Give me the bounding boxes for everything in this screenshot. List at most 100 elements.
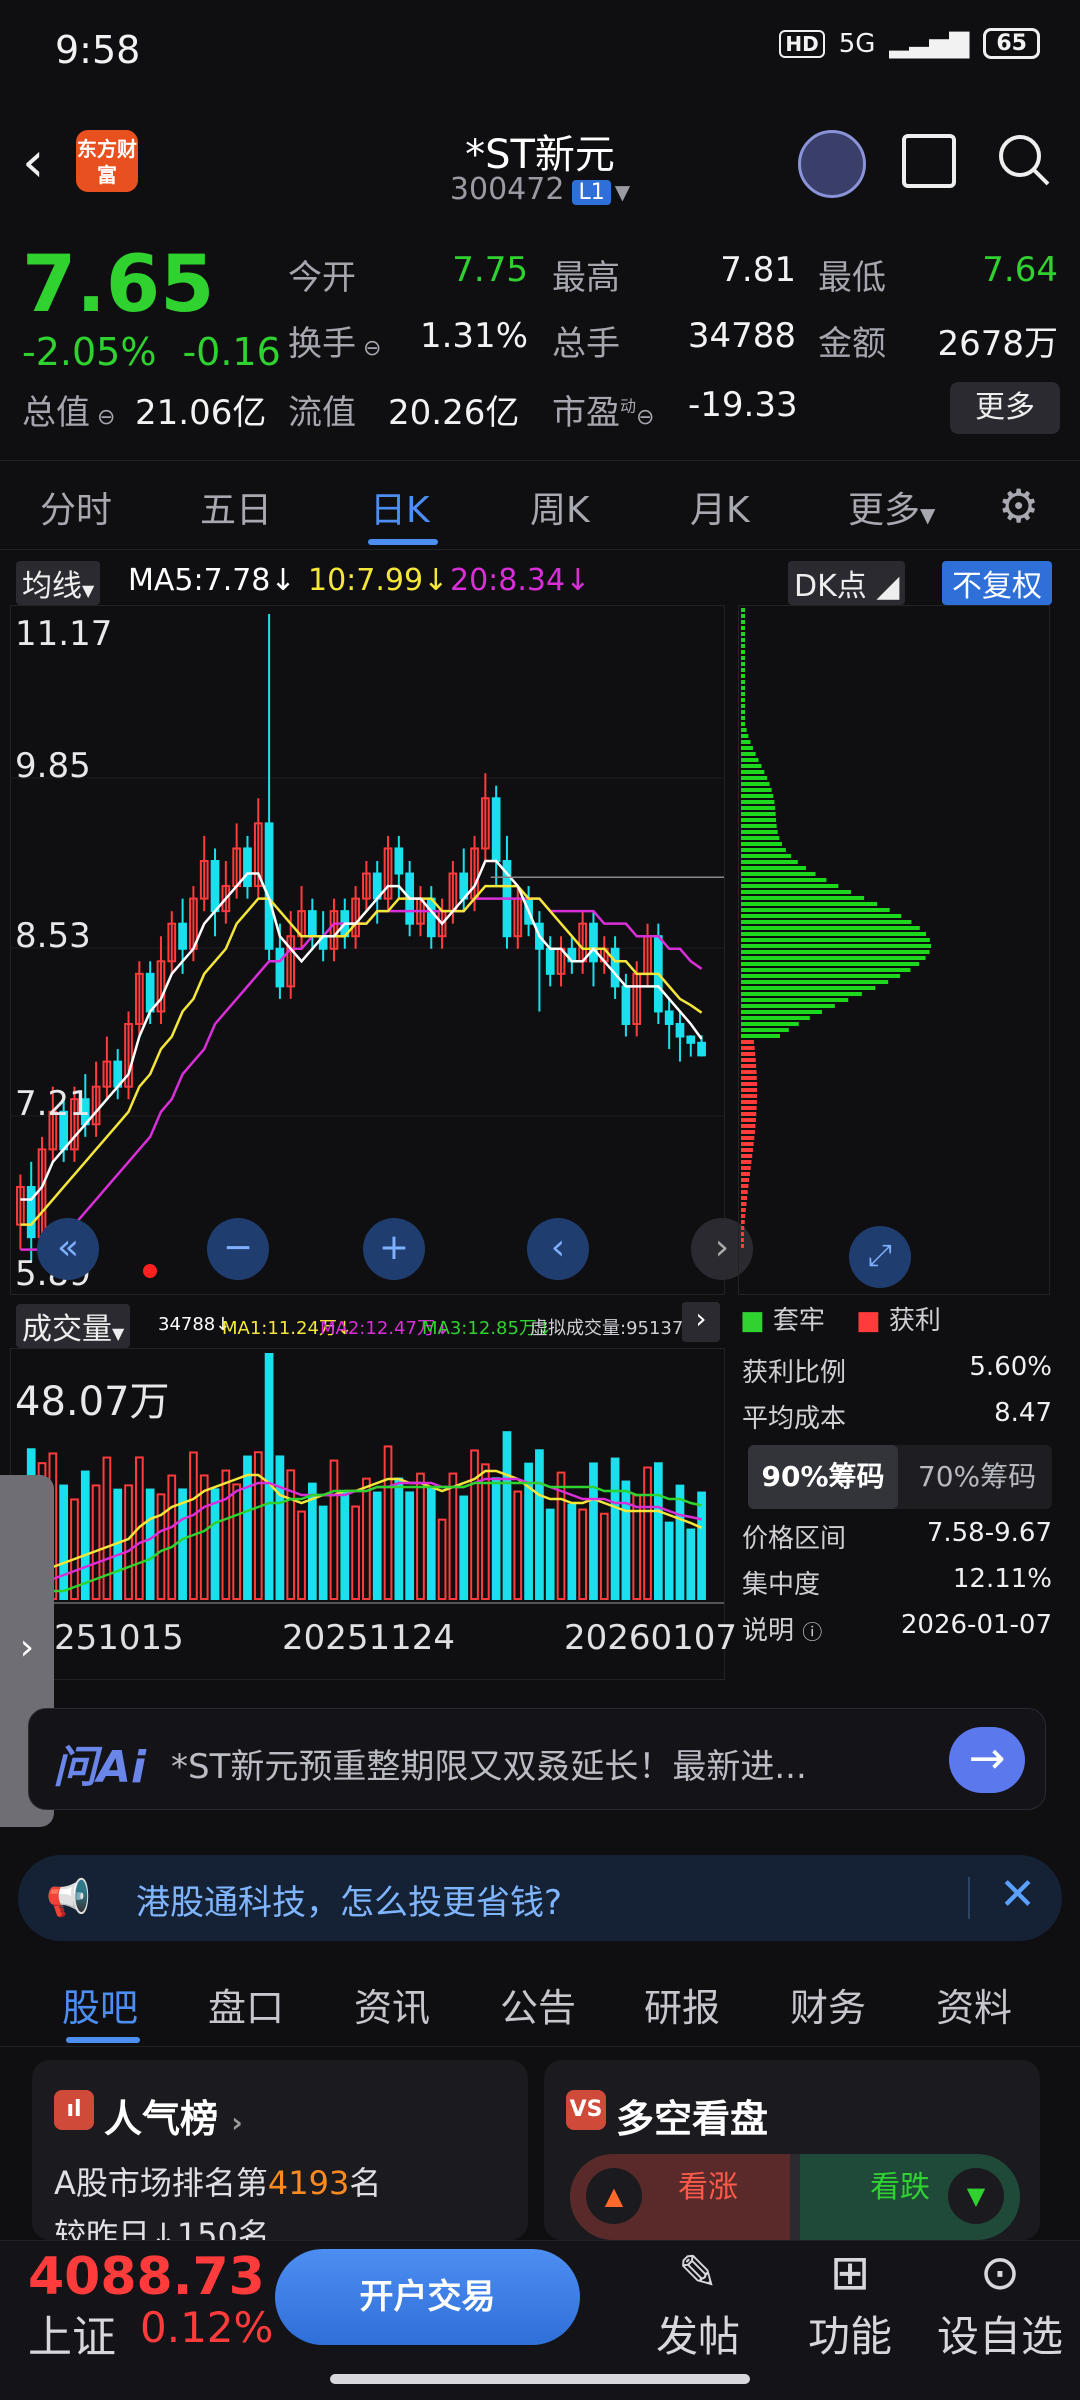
tab-intraday[interactable]: 分时	[40, 481, 112, 533]
tab-monthly-k[interactable]: 月K	[690, 481, 750, 533]
volume-label: 总手	[552, 324, 620, 364]
chip-bar	[741, 1130, 755, 1134]
vol-ma2-line	[20, 1477, 702, 1589]
chip-bar	[741, 1178, 750, 1182]
triangle-up-icon[interactable]: ▲	[586, 2168, 642, 2224]
triangle-down-icon[interactable]: ▼	[948, 2168, 1004, 2224]
chip-bar	[741, 1154, 753, 1158]
close-icon[interactable]: ✕	[999, 1869, 1036, 1920]
chip-bar	[741, 1226, 745, 1230]
popularity-card[interactable]: ıl 人气榜 › A股市场排名第4193名 较昨日↓150名	[32, 2060, 528, 2240]
volume-legend: 成交量▼ 34788↓ MA1:11.24万↓ MA2:12.47万↓ MA3:…	[0, 1298, 720, 1348]
share-icon[interactable]	[902, 134, 956, 188]
chip-bar	[741, 1094, 757, 1098]
open-account-trade-button[interactable]: 开户交易	[275, 2249, 580, 2345]
expand-icon[interactable]: ⤢	[849, 1226, 911, 1288]
chip-bar	[741, 1244, 744, 1248]
chip-bar	[741, 908, 890, 912]
tab-announcements[interactable]: 公告	[500, 1977, 576, 2032]
high-value: 7.81	[720, 250, 796, 290]
ma5-value: MA5:7.78↓	[128, 563, 296, 598]
chip-bar	[741, 716, 745, 720]
info-icon: ⓘ	[802, 1620, 823, 1644]
turnover-label[interactable]: 换手 ⊖	[288, 316, 381, 365]
chevron-right-icon[interactable]: ›	[682, 1302, 720, 1342]
chip-bar	[741, 842, 783, 846]
mcap-label[interactable]: 总值 ⊖	[22, 385, 115, 434]
candle-body	[426, 897, 436, 938]
scroll-left-fast-icon[interactable]: «	[37, 1218, 99, 1280]
add-favorite-button[interactable]: ⊙ 设自选	[930, 2245, 1070, 2364]
ma-selector[interactable]: 均线▼	[16, 561, 101, 605]
chip-distribution[interactable]: ⤢	[738, 605, 1050, 1295]
volume-bar	[535, 1449, 544, 1601]
chip-bar	[741, 704, 745, 708]
adjust-type-button[interactable]: 不复权	[942, 561, 1052, 605]
chip-bar	[741, 638, 745, 642]
tab-daily-k[interactable]: 日K	[370, 481, 430, 533]
volume-bar	[643, 1466, 652, 1600]
robot-avatar-icon[interactable]	[798, 130, 866, 198]
chip-bar	[741, 1202, 747, 1206]
note-row[interactable]: 说明 ⓘ 2026-01-07	[740, 1610, 1060, 1656]
chip-bar	[741, 1088, 757, 1092]
arrow-right-icon[interactable]: →	[949, 1727, 1025, 1793]
candle-body	[210, 859, 220, 913]
concentration-row: 集中度 12.11%	[742, 1564, 1052, 1600]
volume-bar	[167, 1474, 177, 1600]
tab-90-chips[interactable]: 90%筹码	[748, 1445, 898, 1509]
volume-selector[interactable]: 成交量▼	[16, 1304, 131, 1348]
gear-icon[interactable]: ⚙	[998, 479, 1039, 533]
tab-finance[interactable]: 财务	[790, 1977, 866, 2032]
chip-bar	[741, 1076, 757, 1080]
announcement-bar[interactable]: 📢 港股通科技，怎么投更省钱? ✕	[18, 1855, 1062, 1941]
tab-five-day[interactable]: 五日	[200, 481, 272, 533]
chip-bar	[741, 626, 745, 630]
chip-bar	[741, 824, 777, 828]
pe-value: -19.33	[688, 385, 798, 425]
post-button[interactable]: ✎ 发帖	[648, 2245, 748, 2364]
chip-bar	[741, 830, 778, 834]
candle-body	[545, 947, 555, 975]
volume-bar	[697, 1491, 706, 1600]
tab-weekly-k[interactable]: 周K	[530, 481, 590, 533]
tab-guba[interactable]: 股吧	[62, 1977, 138, 2032]
tab-research[interactable]: 研报	[644, 1977, 720, 2032]
chip-bar	[741, 938, 930, 942]
low-label: 最低	[818, 258, 886, 298]
tab-profile[interactable]: 资料	[936, 1977, 1012, 2032]
volume-bar	[686, 1528, 696, 1600]
candle-body	[307, 910, 317, 938]
scroll-left-icon[interactable]: ‹	[527, 1218, 589, 1280]
chip-bar	[741, 962, 920, 966]
function-button[interactable]: ⊞ 功能	[800, 2245, 900, 2364]
high-label: 最高	[552, 258, 620, 298]
volume-bar	[243, 1455, 252, 1600]
pe-label[interactable]: 市盈动⊖	[552, 385, 654, 434]
tab-more[interactable]: 更多▼	[848, 481, 935, 533]
tab-pankou[interactable]: 盘口	[208, 1977, 284, 2032]
dk-point-selector[interactable]: DK点 ◢	[788, 561, 906, 605]
ma-legend: 均线▼ MA5:7.78↓ 10:7.99↓ 20:8.34↓ DK点 ◢ 不复…	[0, 555, 1080, 605]
open-value: 7.75	[452, 250, 528, 290]
volume-bar	[675, 1484, 685, 1601]
y-tick-label: 11.17	[15, 614, 113, 654]
tab-70-chips[interactable]: 70%筹码	[902, 1445, 1052, 1509]
bull-bear-card[interactable]: VS 多空看盘 ▲ 看涨 看跌 ▼	[544, 2060, 1040, 2240]
chip-bar	[741, 644, 745, 648]
index-value[interactable]: 4088.73	[28, 2247, 265, 2307]
ai-question-bar[interactable]: 问Ai *ST新元预重整期限又双叒延长！最新进... →	[28, 1708, 1046, 1810]
zoom-in-icon[interactable]: +	[363, 1218, 425, 1280]
chip-bar	[741, 872, 816, 876]
tab-news[interactable]: 资讯	[354, 1977, 430, 2032]
chip-bar	[741, 1142, 754, 1146]
search-icon[interactable]	[996, 132, 1050, 186]
candlestick-chart[interactable]: 11.17 9.85 8.53 7.21 5.89 « − + ‹ ›	[10, 605, 753, 1295]
chip-bar	[741, 1136, 755, 1140]
chip-bar	[741, 956, 926, 960]
more-button[interactable]: 更多	[950, 382, 1060, 434]
chip-bar	[741, 1208, 746, 1212]
chip-bar	[741, 1022, 799, 1026]
open-label: 今开	[288, 258, 356, 298]
zoom-out-icon[interactable]: −	[207, 1218, 269, 1280]
